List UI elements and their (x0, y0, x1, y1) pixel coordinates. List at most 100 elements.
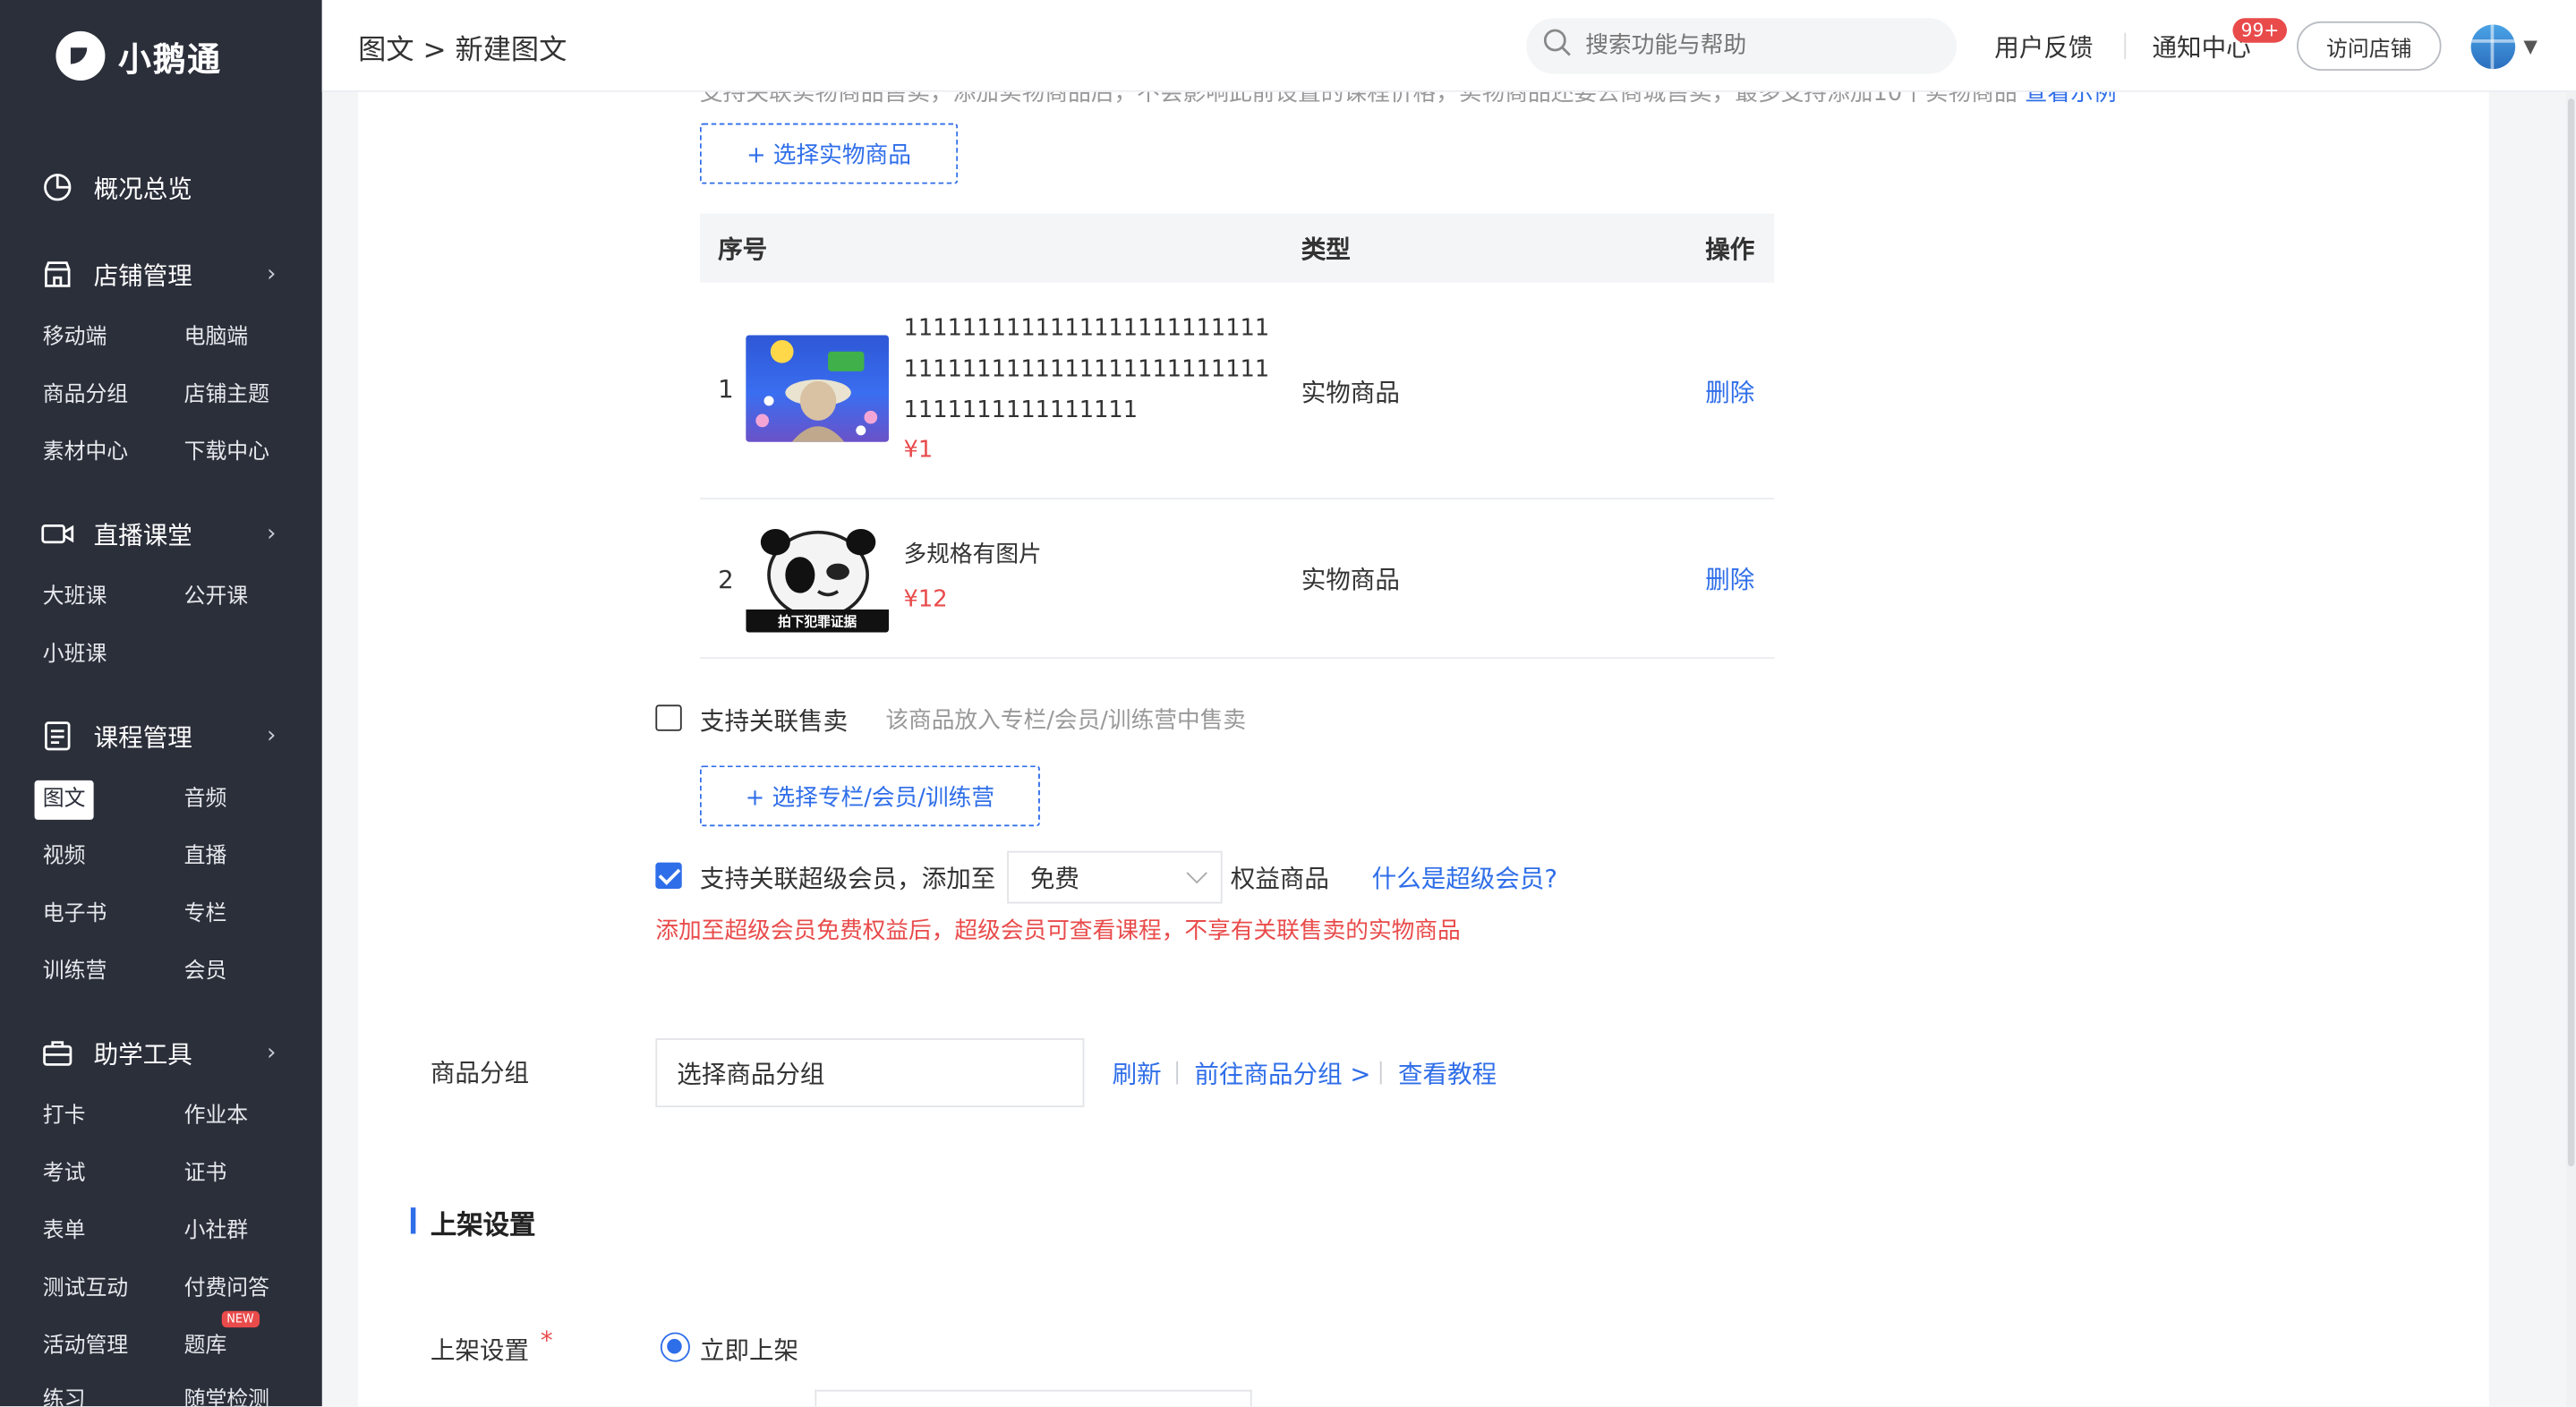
section-title-listing: 上架设置 (430, 1208, 536, 1241)
sidebar-item-member[interactable]: 会员 (175, 953, 235, 993)
chevron-right-icon: › (267, 722, 277, 749)
chevron-right-icon: › (267, 520, 277, 548)
pie-chart-icon (41, 171, 74, 204)
scrollbar-thumb[interactable] (2567, 98, 2575, 1167)
sidebar-item-courses[interactable]: 课程管理 › (0, 712, 322, 761)
view-tutorial-link[interactable]: 查看教程 (1398, 1056, 1497, 1091)
store-icon (41, 258, 74, 291)
table-row: 1 11111111111111111111111111111111111111… (699, 283, 1775, 499)
sidebar-group-title: 课程管理 (93, 721, 192, 752)
delete-link[interactable]: 删除 (1705, 374, 1754, 409)
sidebar-item-certificate[interactable]: 证书 (175, 1155, 235, 1194)
sidebar-item-tools[interactable]: 助学工具 › (0, 1028, 322, 1078)
sidebar-item-community[interactable]: 小社群 (175, 1213, 256, 1252)
main-content: 支持关联实物商品售卖，添加实物商品后，不会影响此前设置的课程价格，实物商品还要去… (358, 91, 2489, 1407)
physical-goods-table: 序号 类型 操作 1 11111111111111111111111111111… (699, 213, 1775, 660)
feedback-link[interactable]: 用户反馈 (1994, 30, 2093, 64)
sidebar-item-in-class-test[interactable]: 随堂检测 (175, 1382, 277, 1406)
select-value: 免费 (1029, 863, 1079, 893)
related-sale-label: 支持关联售卖 (699, 706, 849, 737)
refresh-link[interactable]: 刷新 (1113, 1056, 1162, 1091)
search-box[interactable] (1526, 18, 1958, 74)
visit-store-button[interactable]: 访问店铺 (2297, 21, 2442, 71)
product-price: ¥12 (903, 586, 948, 613)
view-example-link[interactable]: 查看示例 (2025, 92, 2117, 107)
sidebar-item-paid-qa[interactable]: 付费问答 (175, 1270, 277, 1309)
super-member-benefit-select[interactable]: 免费 (1007, 850, 1223, 904)
product-type: 实物商品 (1301, 565, 1400, 595)
select-column-member-camp-button[interactable]: + 选择专栏/会员/训练营 (699, 765, 1040, 827)
thumbnail-caption: 拍下犯罪证据 (778, 614, 857, 629)
sidebar-item-live[interactable]: 直播课堂 › (0, 509, 322, 559)
sidebar-item-store[interactable]: 店铺管理 › (0, 250, 322, 299)
logo-icon (55, 30, 106, 81)
caret-down-icon[interactable]: ▼ (2523, 36, 2538, 57)
goto-goods-group-link[interactable]: 前往商品分组 > (1194, 1056, 1370, 1091)
chevron-right-icon: › (267, 260, 277, 288)
sidebar-item-small-class[interactable]: 小班课 (35, 635, 115, 675)
select-physical-goods-button[interactable]: + 选择实物商品 (699, 123, 959, 184)
sidebar-item-store-theme[interactable]: 店铺主题 (175, 376, 277, 415)
video-camera-icon (41, 517, 74, 550)
document-icon (41, 720, 74, 753)
goods-group-label: 商品分组 (430, 1058, 530, 1088)
sidebar-item-practice[interactable]: 练习 (35, 1382, 94, 1406)
sidebar-item-column[interactable]: 专栏 (175, 895, 235, 934)
link-divider (1379, 1061, 1382, 1085)
schedule-input[interactable] (815, 1389, 1252, 1407)
table-header: 序号 类型 操作 (699, 213, 1775, 283)
toolbox-icon (41, 1036, 74, 1070)
related-sale-checkbox[interactable] (655, 704, 682, 731)
avatar[interactable] (2470, 24, 2516, 70)
sidebar-item-audio[interactable]: 音频 (175, 780, 235, 820)
sidebar-item-question-bank[interactable]: 题库 (175, 1327, 235, 1367)
sidebar-group-title: 店铺管理 (93, 260, 192, 290)
section-accent-bar (410, 1207, 416, 1234)
sidebar-group-title: 助学工具 (93, 1038, 192, 1069)
product-name: 多规格有图片 (903, 541, 1042, 569)
sidebar-group-title: 概况总览 (93, 173, 192, 203)
goods-group-select[interactable]: 选择商品分组 (655, 1038, 1085, 1108)
super-member-checkbox[interactable] (655, 862, 682, 890)
sidebar-item-exam[interactable]: 考试 (35, 1155, 94, 1194)
super-member-label: 支持关联超级会员，添加至 (699, 864, 996, 894)
list-now-radio[interactable] (660, 1332, 690, 1362)
row-index: 2 (718, 565, 734, 595)
sidebar-item-ebook[interactable]: 电子书 (35, 895, 115, 934)
header-divider (2124, 32, 2127, 60)
related-sale-hint: 该商品放入专栏/会员/训练营中售卖 (885, 708, 1247, 735)
sidebar-item-article[interactable]: 图文 (34, 780, 94, 820)
what-is-super-member-link[interactable]: 什么是超级会员? (1372, 861, 1557, 896)
super-member-suffix: 权益商品 (1230, 864, 1329, 894)
sidebar-item-open-class[interactable]: 公开课 (175, 578, 256, 618)
sidebar-item-live-course[interactable]: 直播 (175, 838, 235, 877)
table-row: 2 拍下犯罪证据 多规格有图片 ¥12 实物商品 删除 (699, 499, 1775, 660)
new-badge: NEW (221, 1310, 260, 1328)
sidebar-item-activities[interactable]: 活动管理 (35, 1327, 137, 1367)
sidebar-item-form[interactable]: 表单 (35, 1213, 94, 1252)
delete-link[interactable]: 删除 (1705, 562, 1754, 597)
notification-count-badge: 99+ (2232, 18, 2288, 43)
sidebar-item-downloads[interactable]: 下载中心 (175, 434, 277, 473)
link-divider (1176, 1061, 1179, 1085)
column-header-type: 类型 (1301, 234, 1351, 264)
sidebar-item-camp[interactable]: 训练营 (35, 953, 115, 993)
listing-setting-label: 上架设置 (430, 1335, 530, 1366)
row-index: 1 (718, 374, 734, 405)
product-price: ¥1 (903, 437, 934, 464)
description-text: 支持关联实物商品售卖，添加实物商品后，不会影响此前设置的课程价格，实物商品还要去… (699, 91, 2017, 107)
sidebar-item-goods-group[interactable]: 商品分组 (35, 376, 137, 415)
sidebar-item-pc[interactable]: 电脑端 (175, 319, 256, 358)
super-member-warning: 添加至超级会员免费权益后，超级会员可查看课程，不享有关联售卖的实物商品 (655, 918, 1461, 945)
sidebar-item-materials[interactable]: 素材中心 (35, 434, 137, 473)
logo[interactable]: 小鹅通 (0, 0, 322, 112)
goods-group-placeholder: 选择商品分组 (677, 1058, 825, 1089)
sidebar-item-mobile[interactable]: 移动端 (35, 319, 115, 358)
sidebar-item-overview[interactable]: 概况总览 (0, 163, 322, 212)
sidebar-item-homework[interactable]: 作业本 (175, 1097, 256, 1137)
search-input[interactable] (1585, 32, 1931, 60)
sidebar-item-video[interactable]: 视频 (35, 838, 94, 877)
sidebar-item-quiz[interactable]: 测试互动 (35, 1270, 137, 1309)
sidebar-item-checkin[interactable]: 打卡 (35, 1097, 94, 1137)
sidebar-item-big-class[interactable]: 大班课 (35, 578, 115, 618)
